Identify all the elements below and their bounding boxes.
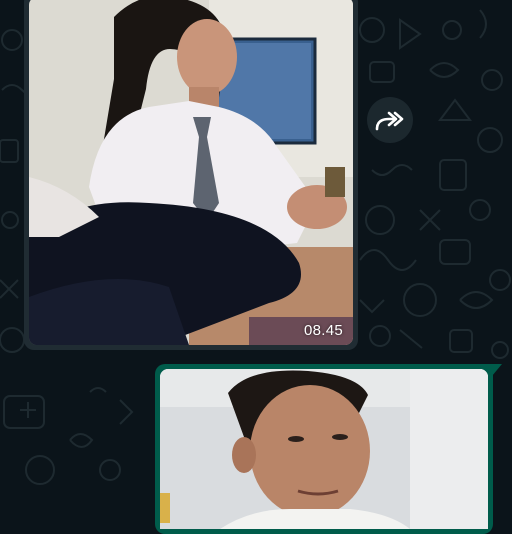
forward-button[interactable] <box>367 97 413 143</box>
message-photo-classroom[interactable]: 08.45 <box>29 0 353 345</box>
forward-icon <box>375 111 404 131</box>
photo-content <box>160 369 488 529</box>
message-timestamp: 08.45 <box>303 322 343 339</box>
incoming-image-message[interactable]: 08.45 <box>24 0 358 350</box>
photo-content <box>29 0 353 345</box>
bubble-tail <box>492 364 502 376</box>
message-photo-portrait[interactable] <box>160 369 488 529</box>
outgoing-image-message[interactable] <box>155 364 502 534</box>
